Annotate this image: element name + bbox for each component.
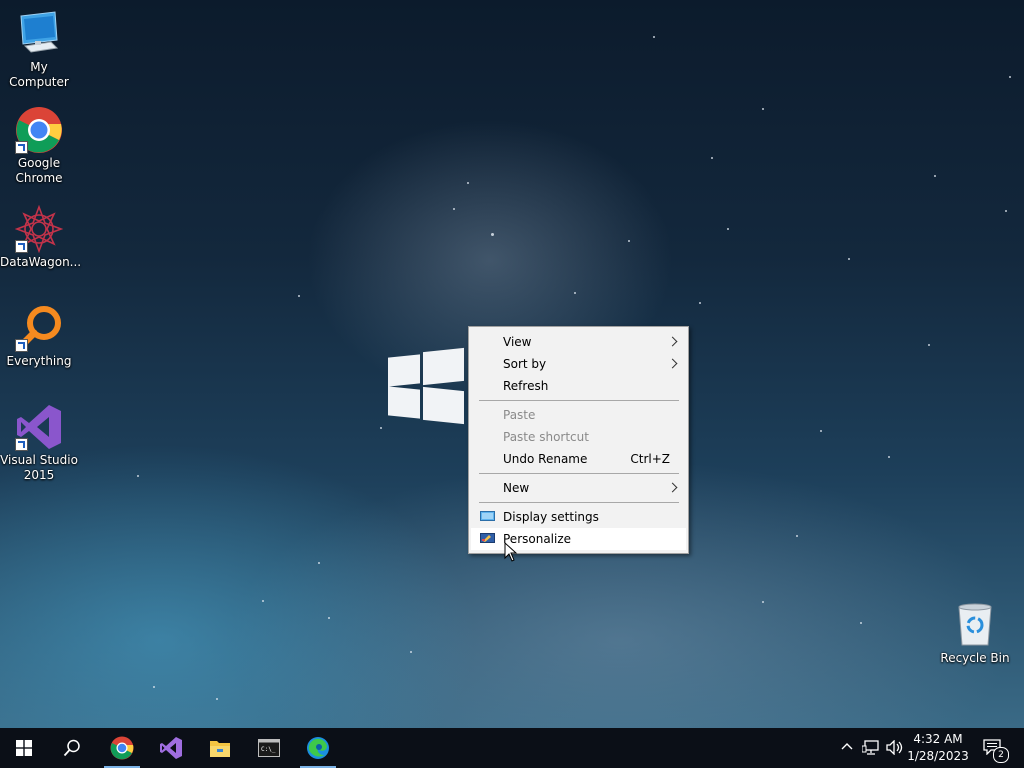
notification-count-badge: 2: [993, 747, 1009, 763]
menu-item-sort-by[interactable]: Sort by: [471, 353, 686, 375]
terminal-icon: C:\_: [258, 739, 280, 757]
start-button[interactable]: [0, 728, 48, 768]
taskbar-visual-studio[interactable]: [147, 728, 195, 768]
svg-text:C:\_: C:\_: [261, 746, 276, 753]
menu-separator: [479, 400, 679, 401]
menu-item-undo-rename[interactable]: Undo Rename Ctrl+Z: [471, 448, 686, 470]
menu-separator: [479, 502, 679, 503]
windows-logo-wallpaper: [388, 347, 464, 425]
desktop-icon-label: Google Chrome: [15, 156, 63, 185]
menu-item-display-settings[interactable]: Display settings: [471, 506, 686, 528]
menu-item-refresh[interactable]: Refresh: [471, 375, 686, 397]
shortcut-arrow-icon: [15, 438, 28, 451]
desktop-icon-datawagon[interactable]: DataWagon...: [0, 204, 82, 270]
clock-time: 4:32 AM: [913, 732, 963, 746]
taskbar-file-explorer[interactable]: [196, 728, 244, 768]
desktop-icon-label: DataWagon...: [0, 255, 82, 269]
clock-date: 1/28/2023: [907, 749, 969, 763]
taskbar-chrome[interactable]: [98, 728, 146, 768]
network-button[interactable]: [860, 728, 882, 768]
edge-icon: [307, 737, 329, 759]
taskbar-clock[interactable]: 4:32 AM 1/28/2023: [900, 731, 976, 765]
chevron-up-icon: [841, 743, 853, 750]
display-settings-icon: [480, 511, 495, 522]
taskbar: C:\_ 4:32 AM 1/28/2023 2: [0, 728, 1024, 768]
desktop-icon-label: Visual Studio 2015: [0, 453, 78, 482]
mouse-cursor-icon: [504, 541, 518, 562]
chevron-right-icon: [667, 482, 678, 493]
desktop-icon-recycle-bin[interactable]: Recycle Bin: [936, 601, 1014, 666]
menu-item-paste[interactable]: Paste: [471, 404, 686, 426]
recycle-bin-icon: [951, 601, 999, 649]
chevron-right-icon: [667, 358, 678, 369]
desktop-icon-label: My Computer: [9, 60, 69, 89]
everything-search-icon: [15, 304, 63, 352]
desktop-icon-label: Recycle Bin: [940, 651, 1010, 665]
shortcut-arrow-icon: [15, 240, 28, 253]
search-icon: [63, 739, 80, 757]
show-hidden-icons-button[interactable]: [838, 728, 856, 768]
personalize-icon: [480, 533, 495, 544]
desktop-icon-visual-studio[interactable]: Visual Studio 2015: [0, 403, 78, 483]
taskbar-edge[interactable]: [294, 728, 342, 768]
shortcut-key: Ctrl+Z: [630, 452, 670, 466]
action-center-button[interactable]: 2: [980, 728, 1010, 768]
shortcut-arrow-icon: [15, 339, 28, 352]
visual-studio-icon: [160, 737, 182, 759]
monitor-icon: [15, 10, 63, 58]
chrome-icon: [15, 106, 63, 154]
chrome-icon: [110, 736, 134, 760]
start-icon: [16, 740, 32, 756]
desktop-background[interactable]: My Computer Google Chrome DataWagon... E…: [0, 0, 1024, 728]
menu-item-paste-shortcut[interactable]: Paste shortcut: [471, 426, 686, 448]
desktop-context-menu: View Sort by Refresh Paste Paste shortcu…: [468, 326, 689, 554]
desktop-icon-everything[interactable]: Everything: [0, 304, 78, 369]
network-icon: [862, 740, 879, 755]
desktop-icon-label: Everything: [6, 354, 72, 368]
menu-separator: [479, 473, 679, 474]
desktop-icon-my-computer[interactable]: My Computer: [0, 10, 78, 90]
taskbar-terminal[interactable]: C:\_: [245, 728, 293, 768]
file-explorer-icon: [210, 741, 230, 757]
desktop-icon-google-chrome[interactable]: Google Chrome: [0, 106, 78, 186]
search-button[interactable]: [48, 728, 96, 768]
datawagon-icon: [14, 204, 64, 254]
menu-item-view[interactable]: View: [471, 331, 686, 353]
menu-item-new[interactable]: New: [471, 477, 686, 499]
chevron-right-icon: [667, 336, 678, 347]
visual-studio-icon: [15, 403, 63, 451]
shortcut-arrow-icon: [15, 141, 28, 154]
